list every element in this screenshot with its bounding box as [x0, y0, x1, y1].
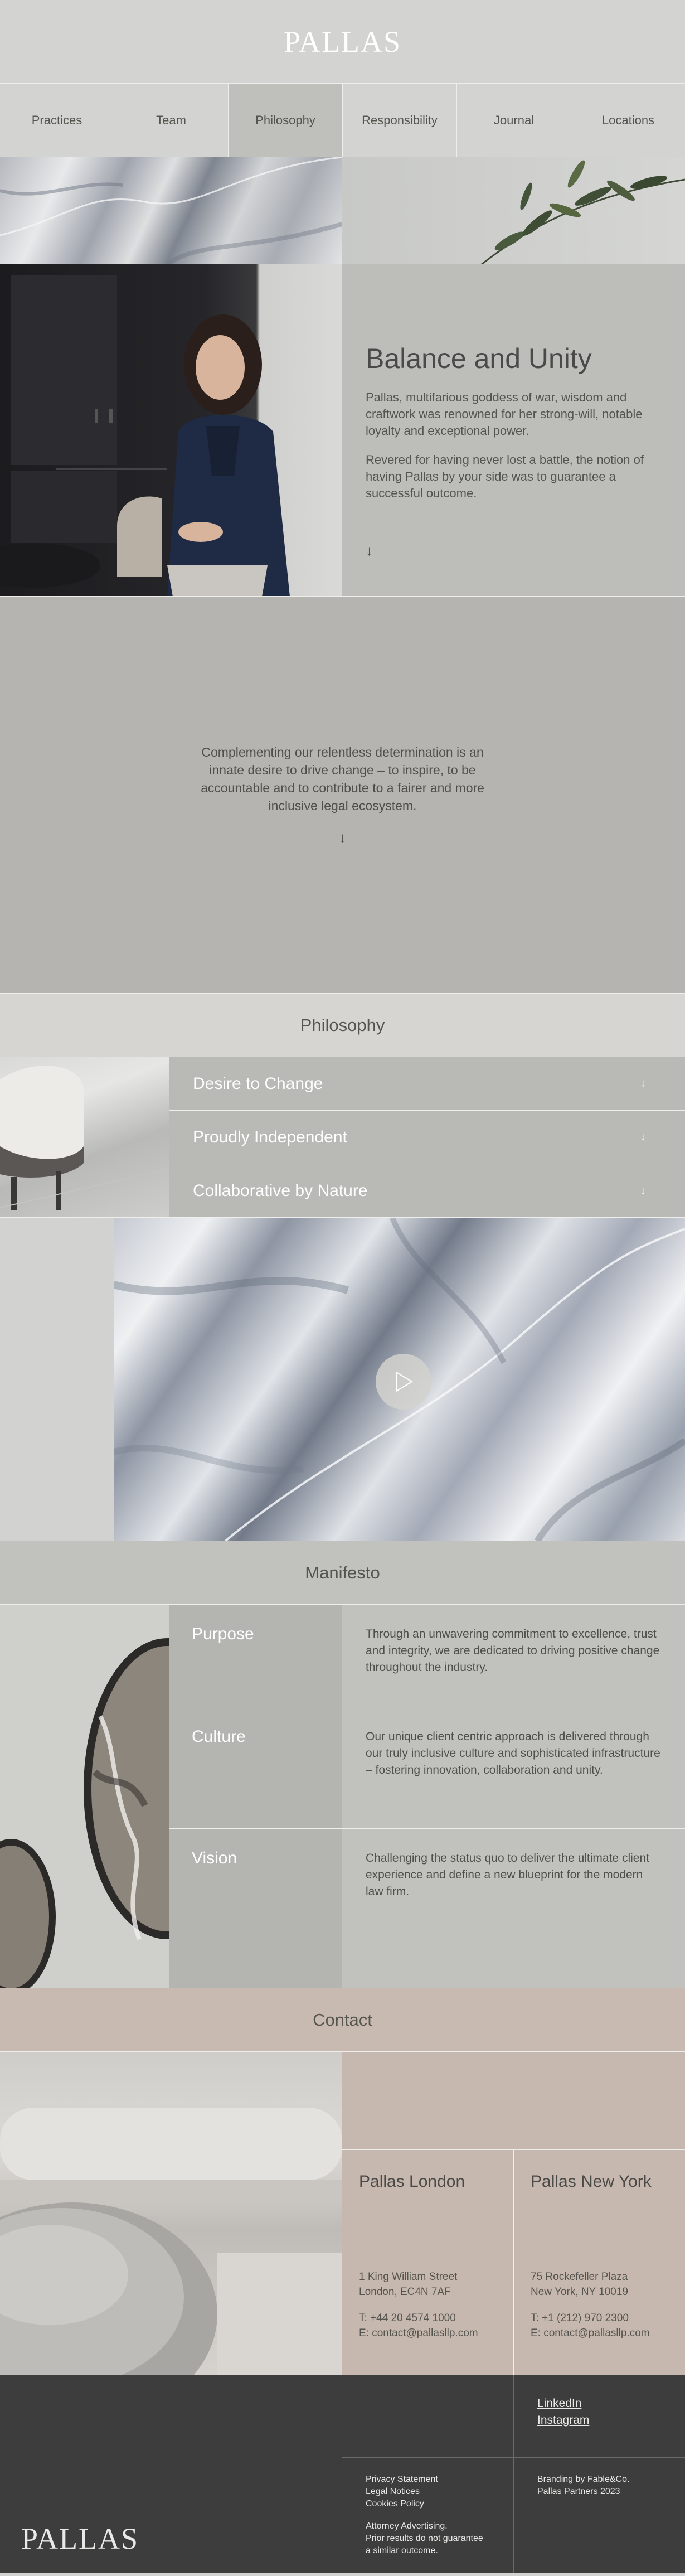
- manifesto-label: Purpose: [169, 1605, 342, 1707]
- linkedin-link[interactable]: LinkedIn: [537, 2395, 662, 2412]
- site-header: PALLAS: [0, 0, 685, 84]
- offices-spacer: [342, 2052, 685, 2150]
- office-columns: Pallas London 1 King William Street Lond…: [342, 2150, 685, 2375]
- office-london: Pallas London 1 King William Street Lond…: [342, 2150, 514, 2375]
- contact-section: Pallas London 1 King William Street Lond…: [0, 2052, 685, 2375]
- cookies-policy-link[interactable]: Cookies Policy: [366, 2498, 490, 2510]
- manifesto-text: Through an unwavering commitment to exce…: [366, 1628, 660, 1674]
- office-phone[interactable]: T: +1 (212) 970 2300: [531, 2311, 668, 2326]
- arrow-down-icon[interactable]: ↓: [339, 829, 346, 846]
- mirror-image: [0, 1605, 169, 1988]
- main-nav: Practices Team Philosophy Responsibility…: [0, 84, 685, 157]
- plant-image: [342, 157, 685, 264]
- portrait-image: [0, 264, 342, 596]
- manifesto-row-culture: Culture Our unique client centric approa…: [169, 1707, 685, 1829]
- chair-image: [0, 1057, 169, 1217]
- accordion-item-desire-to-change[interactable]: Desire to Change ↓: [169, 1057, 685, 1111]
- footer-spacer: [342, 2375, 514, 2457]
- intro-title: Balance and Unity: [366, 343, 592, 374]
- manifesto-row-vision: Vision Challenging the status quo to del…: [169, 1829, 685, 1988]
- office-address-line-1: 1 King William Street: [359, 2271, 458, 2283]
- video-player[interactable]: [114, 1218, 685, 1541]
- manifesto-text: Our unique client centric approach is de…: [366, 1730, 660, 1776]
- copyright: Pallas Partners 2023: [537, 2487, 620, 2496]
- nav-item-team[interactable]: Team: [114, 84, 229, 157]
- legal-notices-link[interactable]: Legal Notices: [366, 2486, 490, 2498]
- accordion-label: Proudly Independent: [193, 1127, 347, 1146]
- stone-image: [0, 2052, 342, 2375]
- philosophy-heading: Philosophy: [0, 994, 685, 1057]
- accordion-item-proudly-independent[interactable]: Proudly Independent ↓: [169, 1111, 685, 1164]
- privacy-statement-link[interactable]: Privacy Statement: [366, 2473, 490, 2486]
- instagram-link[interactable]: Instagram: [537, 2412, 662, 2429]
- office-address-line-1: 75 Rockefeller Plaza: [531, 2271, 628, 2283]
- credits: Branding by Fable&Co. Pallas Partners 20…: [514, 2458, 685, 2573]
- image-strip: [0, 157, 685, 264]
- nav-item-responsibility[interactable]: Responsibility: [343, 84, 457, 157]
- philosophy-section: Desire to Change ↓ Proudly Independent ↓…: [0, 1057, 685, 1218]
- attorney-disclaimer: Prior results do not guarantee a similar…: [366, 2534, 483, 2555]
- office-name: Pallas London: [359, 2172, 465, 2191]
- marble-image: [0, 157, 342, 264]
- contact-heading: Contact: [0, 1988, 685, 2052]
- video-section: [0, 1218, 685, 1541]
- offices: Pallas London 1 King William Street Lond…: [342, 2052, 685, 2375]
- office-email[interactable]: E: contact@pallasllp.com: [359, 2326, 497, 2341]
- office-email[interactable]: E: contact@pallasllp.com: [531, 2326, 668, 2341]
- footer-right: LinkedIn Instagram Privacy Statement Leg…: [342, 2375, 685, 2573]
- manifesto-heading: Manifesto: [0, 1541, 685, 1605]
- statement-section: Complementing our relentless determinati…: [0, 597, 685, 994]
- chevron-down-icon: ↓: [640, 1077, 646, 1090]
- site-footer: PALLAS LinkedIn Instagram Privacy Statem…: [0, 2375, 685, 2573]
- accordion-label: Collaborative by Nature: [193, 1182, 368, 1200]
- philosophy-accordion: Desire to Change ↓ Proudly Independent ↓…: [169, 1057, 685, 1217]
- intro-paragraph-1: Pallas, multifarious goddess of war, wis…: [366, 390, 643, 438]
- chevron-down-icon: ↓: [640, 1131, 646, 1143]
- nav-item-philosophy[interactable]: Philosophy: [229, 84, 343, 157]
- social-links: LinkedIn Instagram: [514, 2375, 685, 2457]
- footer-top: LinkedIn Instagram: [342, 2375, 685, 2458]
- intro-paragraph-2: Revered for having never lost a battle, …: [366, 453, 644, 500]
- footer-left: PALLAS: [0, 2375, 342, 2573]
- office-phone[interactable]: T: +44 20 4574 1000: [359, 2311, 497, 2326]
- office-address-line-2: London, EC4N 7AF: [359, 2286, 451, 2298]
- site-logo[interactable]: PALLAS: [284, 25, 401, 59]
- branding-credit[interactable]: Branding by Fable&Co.: [537, 2473, 662, 2486]
- video-side-panel: [0, 1218, 114, 1541]
- arrow-down-icon[interactable]: ↓: [366, 542, 373, 559]
- play-button[interactable]: [376, 1354, 431, 1410]
- footer-bottom: Privacy Statement Legal Notices Cookies …: [342, 2458, 685, 2573]
- play-icon: [396, 1371, 413, 1392]
- footer-logo[interactable]: PALLAS: [21, 2521, 139, 2556]
- attorney-advertising: Attorney Advertising.: [366, 2521, 448, 2531]
- office-address-line-2: New York, NY 10019: [531, 2286, 628, 2298]
- manifesto-text: Challenging the status quo to deliver th…: [366, 1852, 649, 1898]
- manifesto-row-purpose: Purpose Through an unwavering commitment…: [169, 1605, 685, 1707]
- statement-text: Complementing our relentless determinati…: [201, 745, 484, 813]
- legal-links: Privacy Statement Legal Notices Cookies …: [342, 2458, 514, 2573]
- intro-text: Balance and Unity Pallas, multifarious g…: [342, 264, 685, 596]
- office-new-york: Pallas New York 75 Rockefeller Plaza New…: [514, 2150, 685, 2375]
- chevron-down-icon: ↓: [640, 1184, 646, 1197]
- manifesto-rows: Purpose Through an unwavering commitment…: [169, 1605, 685, 1988]
- accordion-item-collaborative-by-nature[interactable]: Collaborative by Nature ↓: [169, 1164, 685, 1218]
- intro-section: Balance and Unity Pallas, multifarious g…: [0, 264, 685, 597]
- manifesto-section: Purpose Through an unwavering commitment…: [0, 1605, 685, 1988]
- nav-item-locations[interactable]: Locations: [571, 84, 685, 157]
- nav-item-practices[interactable]: Practices: [0, 84, 114, 157]
- manifesto-label: Vision: [169, 1829, 342, 1988]
- nav-item-journal[interactable]: Journal: [457, 84, 571, 157]
- office-name: Pallas New York: [531, 2172, 652, 2191]
- manifesto-label: Culture: [169, 1707, 342, 1828]
- accordion-label: Desire to Change: [193, 1074, 323, 1093]
